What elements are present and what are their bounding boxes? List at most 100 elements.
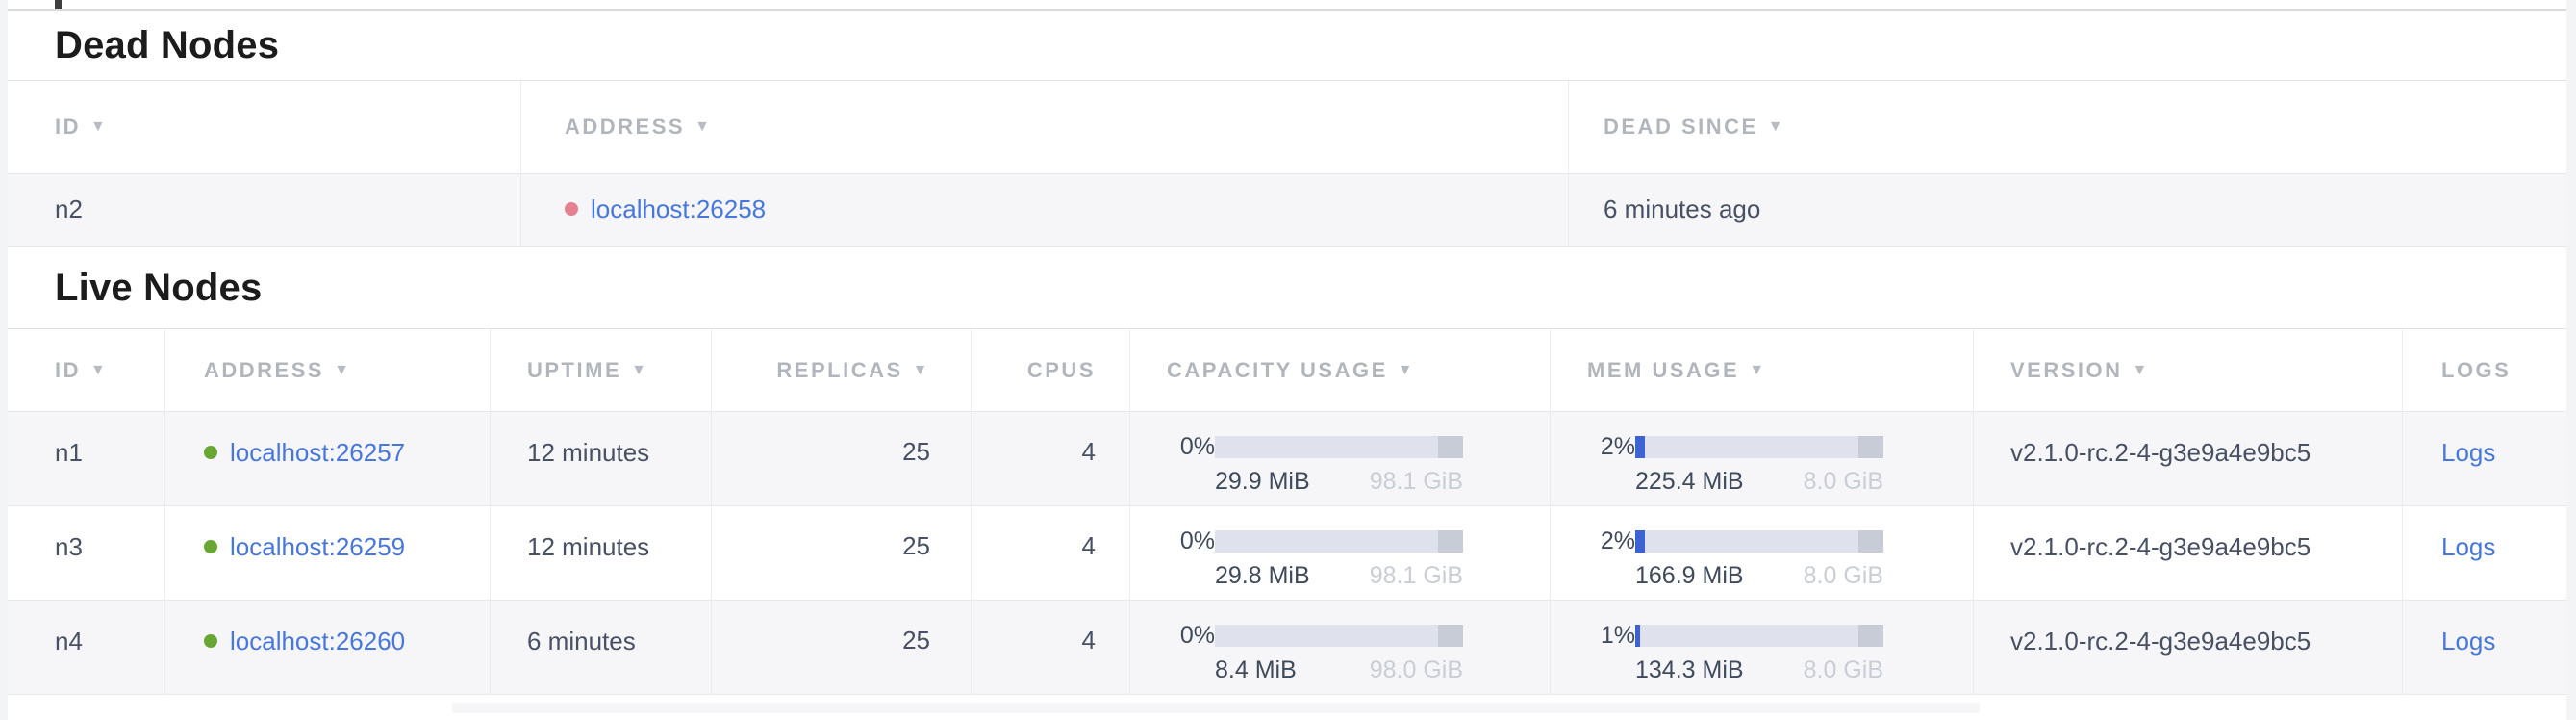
mem-used: 134.3 MiB — [1635, 656, 1744, 684]
mem-usage-cell: 1% 134.3 MiB 8.0 GiB — [1551, 601, 1974, 694]
dead-nodes-table: ID ▼ ADDRESS ▼ DEAD SINCE ▼ n2 localhost… — [8, 80, 2566, 247]
capacity-usage-cell: 0% 29.8 MiB 98.1 GiB — [1130, 506, 1551, 600]
column-header-version[interactable]: VERSION ▼ — [1974, 329, 2403, 411]
address-link[interactable]: localhost:26260 — [230, 626, 405, 656]
mem-bar — [1635, 436, 1883, 458]
mem-bar-fill — [1635, 436, 1645, 458]
replicas-cell: 25 — [712, 601, 972, 694]
live-nodes-table-header: ID ▼ ADDRESS ▼ UPTIME ▼ REPLICAS ▼ CPUS … — [8, 329, 2566, 412]
replicas-cell: 25 — [712, 412, 972, 505]
node-list-panel: Dead Nodes ID ▼ ADDRESS ▼ DEAD SINCE ▼ n… — [8, 0, 2566, 720]
sort-desc-icon: ▼ — [90, 118, 108, 136]
clipped-next-section-fragment — [452, 703, 1980, 713]
node-id-cell: n4 — [8, 601, 165, 694]
mem-bar-end-cap — [1858, 436, 1883, 458]
live-node-row: n3 localhost:26259 12 minutes 25 4 0% — [8, 506, 2566, 601]
uptime-cell: 12 minutes — [491, 506, 712, 600]
mem-bar — [1635, 530, 1883, 553]
mem-usage-cell: 2% 166.9 MiB 8.0 GiB — [1551, 506, 1974, 600]
capacity-total: 98.1 GiB — [1370, 562, 1463, 590]
capacity-total: 98.0 GiB — [1370, 656, 1463, 684]
sort-desc-icon: ▼ — [1749, 362, 1766, 379]
mem-bar-fill — [1635, 625, 1640, 647]
capacity-bar-end-cap — [1438, 530, 1463, 553]
node-address-cell: localhost:26260 — [165, 601, 491, 694]
node-id-cell: n2 — [8, 174, 521, 246]
mem-percent: 1% — [1587, 622, 1635, 650]
mem-bar-end-cap — [1858, 625, 1883, 647]
sort-desc-icon: ▼ — [913, 362, 930, 379]
live-nodes-section-header: Live Nodes — [8, 247, 2566, 328]
logs-cell: Logs — [2403, 412, 2566, 505]
column-header-dead-since[interactable]: DEAD SINCE ▼ — [1569, 81, 2566, 173]
logs-cell: Logs — [2403, 506, 2566, 600]
capacity-bar-end-cap — [1438, 625, 1463, 647]
cpus-cell: 4 — [972, 506, 1130, 600]
address-link[interactable]: localhost:26259 — [230, 531, 405, 562]
column-header-capacity-usage[interactable]: CAPACITY USAGE ▼ — [1130, 329, 1551, 411]
mem-total: 8.0 GiB — [1804, 562, 1883, 590]
capacity-percent: 0% — [1167, 433, 1215, 461]
mem-percent: 2% — [1587, 527, 1635, 555]
capacity-total: 98.1 GiB — [1370, 468, 1463, 496]
live-status-icon — [204, 540, 217, 553]
capacity-bar-end-cap — [1438, 436, 1463, 458]
version-cell: v2.1.0-rc.2-4-g3e9a4e9bc5 — [1974, 601, 2403, 694]
node-address-cell: localhost:26257 — [165, 412, 491, 505]
uptime-cell: 12 minutes — [491, 412, 712, 505]
sort-desc-icon: ▼ — [2133, 362, 2150, 379]
dead-nodes-section-header: Dead Nodes — [8, 9, 2566, 80]
mem-used: 166.9 MiB — [1635, 562, 1744, 590]
sort-desc-icon: ▼ — [631, 362, 648, 379]
capacity-used: 29.8 MiB — [1215, 562, 1310, 590]
capacity-bar — [1215, 436, 1463, 458]
uptime-cell: 6 minutes — [491, 601, 712, 694]
live-status-icon — [204, 446, 217, 459]
column-header-address[interactable]: ADDRESS ▼ — [521, 81, 1569, 173]
mem-used: 225.4 MiB — [1635, 468, 1744, 496]
logs-cell: Logs — [2403, 601, 2566, 694]
column-header-id[interactable]: ID ▼ — [8, 329, 165, 411]
column-header-id[interactable]: ID ▼ — [8, 81, 521, 173]
dead-since-cell: 6 minutes ago — [1569, 174, 2566, 246]
mem-bar-fill — [1635, 530, 1645, 553]
node-id-cell: n3 — [8, 506, 165, 600]
live-nodes-table: ID ▼ ADDRESS ▼ UPTIME ▼ REPLICAS ▼ CPUS … — [8, 328, 2566, 695]
replicas-cell: 25 — [712, 506, 972, 600]
column-header-uptime[interactable]: UPTIME ▼ — [491, 329, 712, 411]
live-status-icon — [204, 634, 217, 648]
cpus-cell: 4 — [972, 412, 1130, 505]
sort-desc-icon: ▼ — [1398, 362, 1415, 379]
column-header-replicas[interactable]: REPLICAS ▼ — [712, 329, 972, 411]
column-header-address[interactable]: ADDRESS ▼ — [165, 329, 491, 411]
mem-percent: 2% — [1587, 433, 1635, 461]
column-header-logs: LOGS — [2403, 329, 2566, 411]
dead-nodes-table-header: ID ▼ ADDRESS ▼ DEAD SINCE ▼ — [8, 81, 2566, 174]
mem-bar — [1635, 625, 1883, 647]
capacity-percent: 0% — [1167, 527, 1215, 555]
dead-nodes-title: Dead Nodes — [55, 24, 279, 67]
version-cell: v2.1.0-rc.2-4-g3e9a4e9bc5 — [1974, 412, 2403, 505]
mem-total: 8.0 GiB — [1804, 656, 1883, 684]
live-node-row: n4 localhost:26260 6 minutes 25 4 0% — [8, 601, 2566, 695]
column-header-cpus[interactable]: CPUS — [972, 329, 1130, 411]
node-address-cell: localhost:26259 — [165, 506, 491, 600]
logs-link[interactable]: Logs — [2441, 437, 2495, 468]
capacity-percent: 0% — [1167, 622, 1215, 650]
address-link[interactable]: localhost:26258 — [591, 193, 766, 224]
mem-bar-end-cap — [1858, 530, 1883, 553]
mem-usage-cell: 2% 225.4 MiB 8.0 GiB — [1551, 412, 1974, 505]
capacity-bar — [1215, 530, 1463, 553]
dead-node-row: n2 localhost:26258 6 minutes ago — [8, 174, 2566, 247]
capacity-used: 8.4 MiB — [1215, 656, 1297, 684]
column-header-mem-usage[interactable]: MEM USAGE ▼ — [1551, 329, 1974, 411]
address-link[interactable]: localhost:26257 — [230, 437, 405, 468]
sort-desc-icon: ▼ — [1768, 118, 1785, 136]
dead-status-icon — [565, 202, 578, 216]
logs-link[interactable]: Logs — [2441, 626, 2495, 656]
capacity-usage-cell: 0% 8.4 MiB 98.0 GiB — [1130, 601, 1551, 694]
logs-link[interactable]: Logs — [2441, 531, 2495, 562]
sort-desc-icon: ▼ — [90, 362, 108, 379]
capacity-bar — [1215, 625, 1463, 647]
version-cell: v2.1.0-rc.2-4-g3e9a4e9bc5 — [1974, 506, 2403, 600]
